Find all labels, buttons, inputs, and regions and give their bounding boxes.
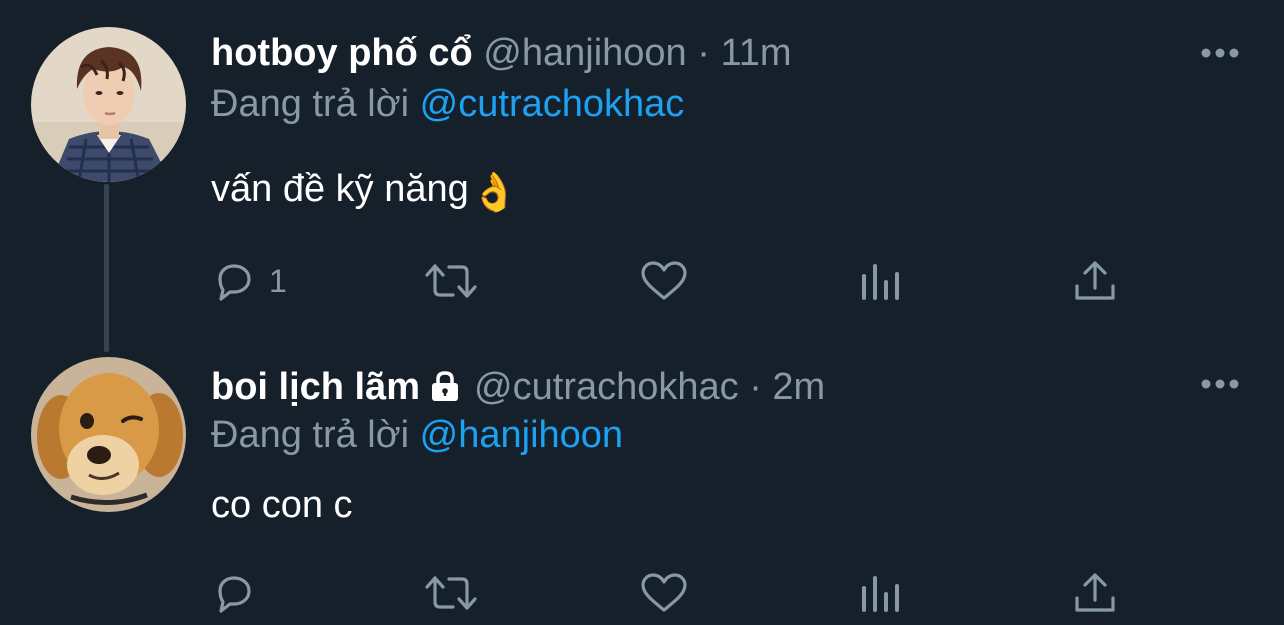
tweet-actions xyxy=(211,568,1131,618)
user-handle[interactable]: @cutrachokhac xyxy=(474,366,739,408)
more-icon[interactable] xyxy=(1200,47,1240,59)
tweet-text-content: co con c xyxy=(211,484,353,526)
reply-button[interactable]: 1 xyxy=(211,256,287,306)
tweet-text-content: vấn đề kỹ năng xyxy=(211,168,469,210)
display-name[interactable]: hotboy phố cổ xyxy=(211,32,473,74)
share-button[interactable] xyxy=(1073,568,1117,618)
mention-link[interactable]: @hanjihoon xyxy=(420,414,623,456)
avatar[interactable] xyxy=(31,27,186,182)
avatar[interactable] xyxy=(31,357,186,512)
share-icon xyxy=(1075,573,1115,612)
stats-button[interactable] xyxy=(859,256,903,306)
more-icon[interactable] xyxy=(1200,378,1240,390)
thread: hotboy phố cổ @hanjihoon · 11m Đang trả … xyxy=(0,0,1284,625)
separator-dot: · xyxy=(749,366,762,408)
tweet-text: vấn đề kỹ năng👌 xyxy=(211,164,518,217)
tweet-header: boi lịch lãm @cutrachokhac · 2m xyxy=(211,362,1224,412)
mention-link[interactable]: @cutrachokhac xyxy=(420,83,685,125)
reply-button[interactable] xyxy=(211,568,269,618)
reply-icon xyxy=(218,576,251,613)
ok-hand-emoji: 👌 xyxy=(470,170,519,214)
tweet[interactable]: hotboy phố cổ @hanjihoon · 11m Đang trả … xyxy=(0,0,1284,345)
timestamp[interactable]: 2m xyxy=(772,366,825,408)
reply-icon xyxy=(218,264,251,301)
share-icon xyxy=(1075,261,1115,300)
replying-to: Đang trả lời @hanjihoon xyxy=(211,410,623,460)
retweet-button[interactable] xyxy=(423,568,479,618)
retweet-icon xyxy=(425,576,477,610)
replying-to: Đang trả lời @cutrachokhac xyxy=(211,79,684,129)
stats-button[interactable] xyxy=(859,568,903,618)
display-name[interactable]: boi lịch lãm xyxy=(211,366,420,408)
tweet[interactable]: boi lịch lãm @cutrachokhac · 2m Đang trả… xyxy=(0,345,1284,625)
stats-icon xyxy=(862,264,899,300)
lock-icon xyxy=(432,371,459,401)
reply-count: 1 xyxy=(269,263,287,299)
replying-to-label: Đang trả lời xyxy=(211,414,410,456)
separator-dot: · xyxy=(697,32,710,74)
heart-icon xyxy=(641,573,687,612)
tweet-text: co con c xyxy=(211,480,353,530)
share-button[interactable] xyxy=(1073,256,1117,306)
timestamp[interactable]: 11m xyxy=(720,32,791,74)
replying-to-label: Đang trả lời xyxy=(211,83,410,125)
heart-icon xyxy=(641,261,687,300)
stats-icon xyxy=(862,576,899,612)
like-button[interactable] xyxy=(639,256,689,306)
tweet-actions: 1 xyxy=(211,256,1131,306)
like-button[interactable] xyxy=(639,568,689,618)
retweet-button[interactable] xyxy=(423,256,479,306)
tweet-header: hotboy phố cổ @hanjihoon · 11m xyxy=(211,28,1224,78)
user-handle[interactable]: @hanjihoon xyxy=(483,32,686,74)
retweet-icon xyxy=(425,264,477,298)
